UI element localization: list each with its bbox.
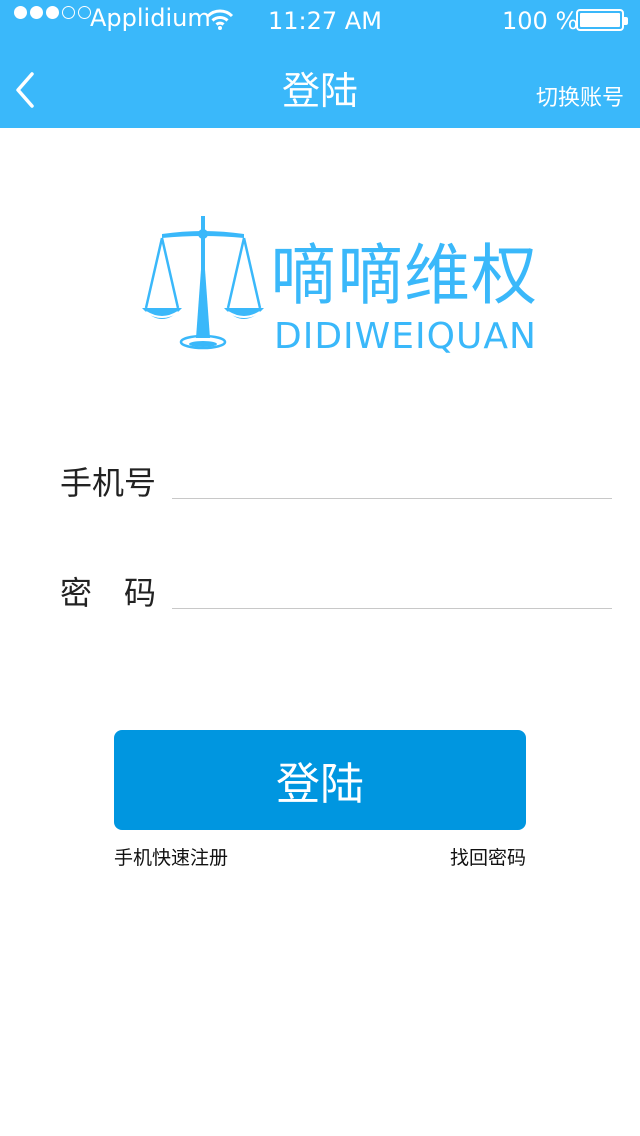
status-bar: Applidium 11:27 AM 100 % xyxy=(0,0,640,40)
carrier-name: Applidium xyxy=(90,4,211,32)
phone-label: 手机号 xyxy=(60,464,157,502)
wifi-icon xyxy=(206,9,234,30)
battery-icon xyxy=(576,9,628,31)
status-time: 11:27 AM xyxy=(268,7,382,35)
login-button[interactable]: 登陆 xyxy=(114,730,526,830)
switch-account-button[interactable]: 切换账号 xyxy=(536,80,624,112)
phone-input[interactable] xyxy=(172,455,612,499)
back-button[interactable] xyxy=(10,66,50,112)
header-bar: Applidium 11:27 AM 100 % 登陆 切换账号 xyxy=(0,0,640,128)
register-link[interactable]: 手机快速注册 xyxy=(114,843,228,870)
forgot-password-link[interactable]: 找回密码 xyxy=(450,843,526,870)
logo-title: 嘀嘀维权 xyxy=(270,237,538,314)
battery-percent: 100 % xyxy=(502,7,579,35)
logo-subtitle: DIDIWEIQUAN xyxy=(274,316,537,357)
password-label: 密 码 xyxy=(60,574,157,612)
signal-strength-icon xyxy=(14,6,91,19)
chevron-left-icon xyxy=(16,72,34,108)
password-input[interactable] xyxy=(172,565,612,609)
